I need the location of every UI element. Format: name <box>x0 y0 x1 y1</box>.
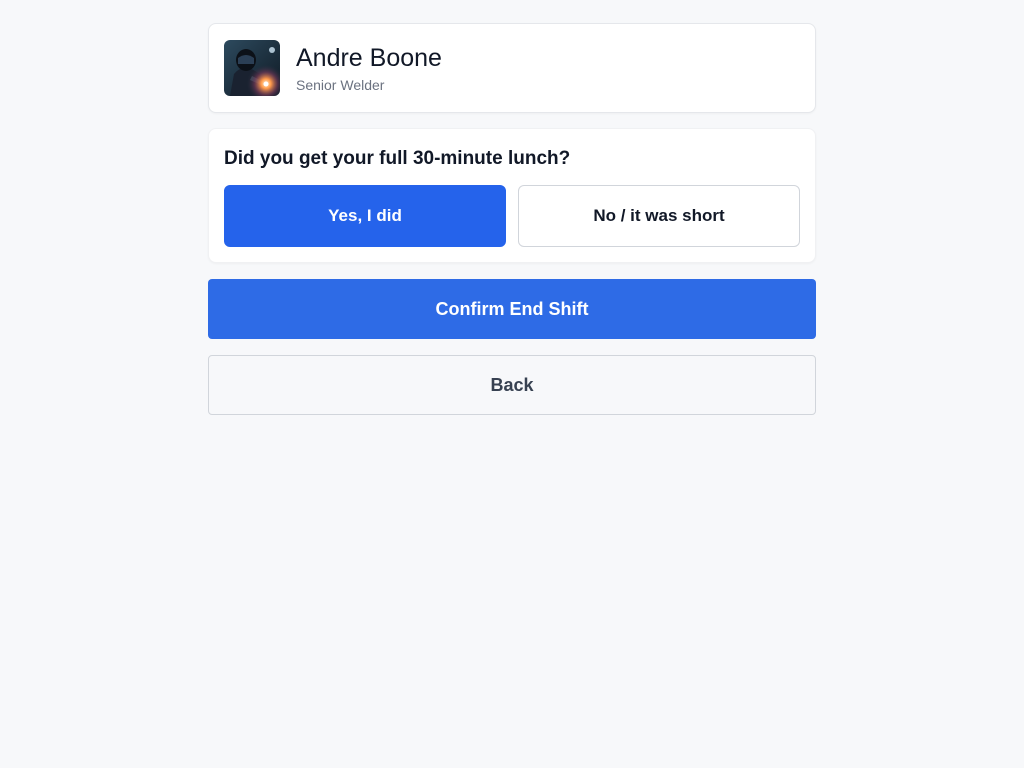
employee-info: Andre Boone Senior Welder <box>296 43 442 93</box>
lunch-question-text: Did you get your full 30-minute lunch? <box>224 148 571 169</box>
lunch-yes-button[interactable]: Yes, I did <box>224 185 506 247</box>
employee-card: Andre Boone Senior Welder <box>208 23 816 113</box>
lunch-no-button[interactable]: No / it was short <box>518 185 800 247</box>
lunch-question-card: Did you get your full 30-minute lunch? Y… <box>208 128 816 263</box>
end-shift-panel: Andre Boone Senior Welder Did you get yo… <box>208 23 816 415</box>
confirm-end-shift-button[interactable]: Confirm End Shift <box>208 279 816 339</box>
lunch-choices: Yes, I did No / it was short <box>224 185 800 247</box>
back-button[interactable]: Back <box>208 355 816 415</box>
employee-role: Senior Welder <box>296 77 385 93</box>
avatar <box>224 40 280 96</box>
welder-photo-icon <box>224 40 280 96</box>
employee-name: Andre Boone <box>296 44 442 72</box>
